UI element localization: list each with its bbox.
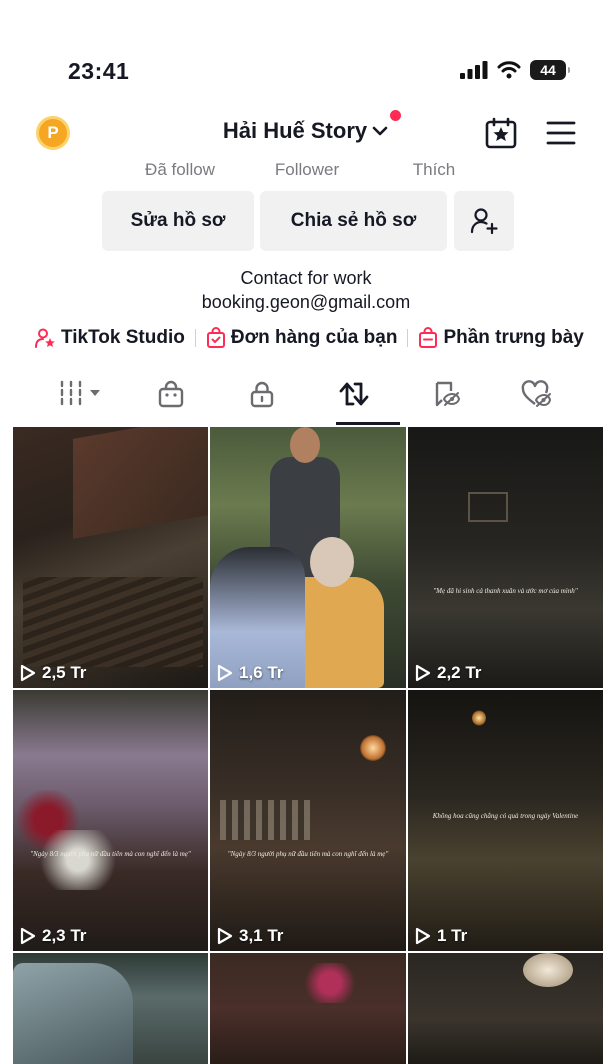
video-thumbnail[interactable]: "Mẹ đã hi sinh cả thanh xuân và ước mơ c… (408, 427, 603, 688)
view-count-text: 2,5 Tr (42, 663, 87, 682)
divider (194, 329, 196, 347)
add-user-icon (470, 208, 498, 235)
lamp-light (360, 735, 386, 761)
notification-dot (390, 110, 402, 121)
signal-icon (460, 61, 488, 79)
video-thumbnail[interactable]: 1,6 Tr (210, 427, 406, 688)
profile-stats: Đã follow Follower Thích (0, 160, 612, 182)
battery-level: 44 (540, 62, 556, 78)
grid-icon (60, 380, 82, 406)
tab-private[interactable] (249, 380, 275, 408)
tab-reposts[interactable] (338, 380, 370, 408)
video-caption: "Ngày 8/3 người phụ nữ đầu tiên mà con n… (227, 850, 389, 858)
tiktok-studio-link[interactable]: TikTok Studio (34, 327, 185, 349)
view-count: 1,6 Tr (217, 663, 283, 683)
active-tab-indicator (336, 422, 400, 425)
video-thumbnail[interactable]: Không hoa cũng chẳng có quà trong ngày V… (408, 690, 603, 951)
play-icon (20, 927, 36, 945)
play-icon (415, 927, 431, 945)
account-switcher[interactable]: Hải Huế Story (222, 110, 402, 144)
bio-email: booking.geon@gmail.com (201, 292, 411, 312)
petals (300, 963, 360, 1003)
add-friend-button[interactable] (454, 191, 514, 251)
play-icon (20, 664, 36, 682)
view-count-text: 3,1 Tr (239, 926, 284, 945)
caret-down-icon (90, 390, 100, 396)
view-count-text: 2,3 Tr (42, 926, 87, 945)
shopping-bag-icon (206, 327, 225, 348)
profile-username: Hải Huế Story (222, 118, 368, 143)
divider (407, 329, 409, 347)
profile-tabs (14, 372, 598, 426)
video-caption: Không hoa cũng chẳng có quà trong ngày V… (432, 812, 579, 820)
orders-link[interactable]: Đơn hàng của bạn (206, 327, 398, 349)
repost-icon (339, 382, 369, 406)
bookmark-hidden-icon (435, 381, 460, 407)
paper-lantern (523, 953, 573, 987)
video-thumbnail[interactable] (210, 953, 406, 1064)
roof-tiles (23, 577, 203, 667)
frame-shape (468, 492, 508, 522)
heart-hidden-icon (521, 380, 551, 407)
play-icon (217, 927, 233, 945)
profile-links: TikTok Studio Đơn hàng của bạn Phần trưn… (34, 327, 584, 349)
battery-icon: 44 (530, 60, 570, 80)
lock-icon (250, 381, 274, 408)
tiktok-studio-label: TikTok Studio (61, 327, 185, 348)
man-head (290, 427, 320, 463)
edit-profile-button[interactable]: Sửa hồ sơ (102, 191, 254, 251)
view-count: 2,3 Tr (20, 926, 86, 946)
video-caption: "Ngày 8/3 người phụ nữ đầu tiên mà con n… (30, 850, 191, 858)
candle-light (472, 710, 486, 726)
view-count-text: 2,2 Tr (437, 663, 482, 682)
tab-shop[interactable] (157, 380, 185, 408)
tab-favorites[interactable] (432, 380, 460, 408)
tab-videos[interactable] (59, 380, 101, 406)
video-caption: "Mẹ đã hi sinh cả thanh xuân và ước mơ c… (433, 587, 578, 595)
calendar-star-icon[interactable] (484, 116, 518, 150)
view-count: 2,5 Tr (20, 663, 86, 683)
chevron-down-icon (372, 126, 388, 136)
bottle-shelf (220, 800, 310, 840)
view-count: 3,1 Tr (217, 926, 283, 946)
likes-label[interactable]: Thích (413, 160, 456, 180)
menu-icon[interactable] (546, 120, 576, 146)
share-profile-button[interactable]: Chia sẻ hồ sơ (260, 191, 447, 251)
video-thumbnail[interactable]: "Ngày 8/3 người phụ nữ đầu tiên mà con n… (13, 690, 208, 951)
following-label[interactable]: Đã follow (145, 160, 215, 180)
showcase-label: Phần trưng bày (443, 327, 584, 348)
bio-line-1: Contact for work (240, 268, 372, 288)
view-count-text: 1 Tr (437, 926, 468, 945)
flowers-white (33, 830, 123, 890)
grandmother-head (310, 537, 354, 587)
play-icon (415, 664, 431, 682)
showcase-bag-icon (419, 327, 438, 348)
play-icon (217, 664, 233, 682)
shop-bag-icon (158, 380, 184, 408)
status-time: 23:41 (68, 58, 130, 84)
showcase-link[interactable]: Phần trưng bày (418, 327, 584, 349)
wifi-icon (497, 61, 521, 79)
followers-label[interactable]: Follower (275, 160, 339, 180)
draped-cloth (13, 963, 133, 1064)
view-count: 2,2 Tr (415, 663, 481, 683)
video-thumbnail[interactable] (408, 953, 603, 1064)
video-thumbnail[interactable]: 2,5 Tr (13, 427, 208, 688)
video-thumbnail[interactable]: "Ngày 8/3 người phụ nữ đầu tiên mà con n… (210, 690, 406, 951)
view-count-text: 1,6 Tr (239, 663, 284, 682)
tab-liked[interactable] (521, 380, 551, 408)
orders-label: Đơn hàng của bạn (230, 327, 398, 348)
video-thumbnail[interactable] (13, 953, 208, 1064)
roof-shape (73, 427, 208, 539)
view-count: 1 Tr (415, 926, 467, 946)
creator-star-icon (35, 328, 55, 348)
status-icons: 44 (460, 60, 570, 80)
